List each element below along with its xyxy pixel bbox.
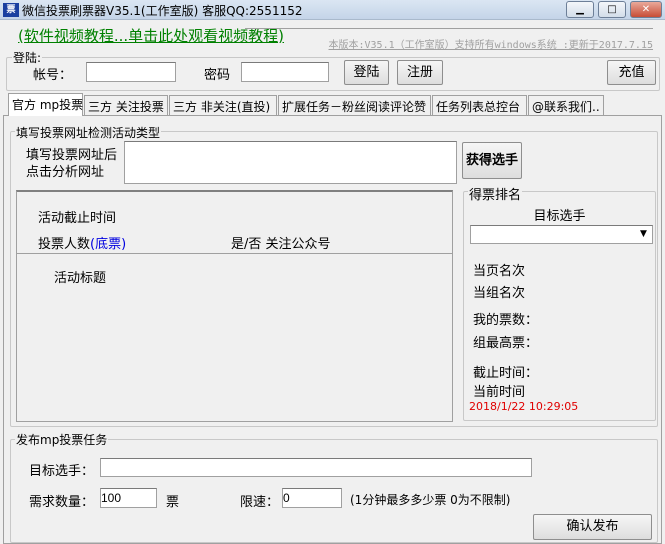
voters-text: 投票人数 <box>38 237 91 252</box>
recharge-button[interactable]: 充值 <box>607 60 656 85</box>
close-icon[interactable]: ✕ <box>630 1 662 18</box>
voters-label: 投票人数(底票) <box>38 233 126 252</box>
deadline-label: 活动截止时间 <box>38 211 117 226</box>
password-input[interactable] <box>241 62 329 82</box>
tab-extended-tasks[interactable]: 扩展任务－粉丝阅读评论赞 <box>278 95 431 115</box>
url-label: 填写投票网址后 点击分析网址 <box>26 147 117 181</box>
target-player-select[interactable]: ▼ <box>470 225 653 244</box>
target-player-label: 目标选手 <box>533 209 586 224</box>
login-button[interactable]: 登陆 <box>344 60 389 85</box>
activity-title-label: 活动标题 <box>54 271 107 286</box>
my-votes-label: 我的票数： <box>473 313 539 328</box>
publish-target-input[interactable] <box>100 458 532 477</box>
tab-contact-us[interactable]: @联系我们.. <box>528 95 604 115</box>
tab-third-nonfollow[interactable]: 三方 非关注(直投) <box>169 95 277 115</box>
minimize-icon[interactable]: ▁ <box>566 1 594 18</box>
tab-third-follow[interactable]: 三方 关注投票 <box>84 95 168 115</box>
account-label: 帐号： <box>33 68 73 83</box>
publish-legend: 发布mp投票任务 <box>15 431 109 448</box>
ranking-legend: 得票排名 <box>468 184 523 203</box>
get-players-button[interactable]: 获得选手 <box>462 142 522 179</box>
speed-note: (1分钟最多多少票 0为不限制) <box>350 493 511 507</box>
group-max-label: 组最高票： <box>473 336 539 351</box>
tab-task-list[interactable]: 任务列表总控台 <box>432 95 527 115</box>
quantity-unit: 票 <box>166 495 180 510</box>
confirm-publish-button[interactable]: 确认发布 <box>533 514 652 540</box>
version-note: 本版本:V35.1（工作室版）支持所有windows系统 :更新于2017.7.… <box>328 40 654 51</box>
base-votes-link[interactable]: (底票) <box>90 237 126 252</box>
deadline-time-label: 截止时间： <box>473 366 539 381</box>
quantity-input[interactable] <box>100 488 157 508</box>
url-label-line2: 点击分析网址 <box>26 165 105 180</box>
app-icon: 票 <box>3 3 19 17</box>
divider <box>17 253 453 254</box>
current-timestamp: 2018/1/22 10:29:05 <box>469 400 579 413</box>
current-time-label: 当前时间 <box>473 385 526 400</box>
page-rank-label: 当页名次 <box>473 264 526 279</box>
detect-legend: 填写投票网址检测活动类型 <box>15 124 162 141</box>
group-rank-label: 当组名次 <box>473 286 526 301</box>
url-label-line1: 填写投票网址后 <box>26 148 118 163</box>
speed-label: 限速： <box>240 495 280 510</box>
register-button[interactable]: 注册 <box>397 60 443 85</box>
maximize-icon[interactable]: □ <box>598 1 626 18</box>
window-title: 微信投票刷票器V35.1(工作室版) 客服QQ:2551152 <box>22 4 303 18</box>
publish-target-label: 目标选手： <box>29 464 95 479</box>
chevron-down-icon[interactable]: ▼ <box>636 227 651 242</box>
follow-label: 是/否 关注公众号 <box>231 237 331 252</box>
vote-url-input[interactable] <box>124 141 457 184</box>
password-label: 密码 <box>204 68 231 83</box>
quantity-label: 需求数量： <box>29 495 95 510</box>
account-input[interactable] <box>86 62 176 82</box>
tab-official-mp[interactable]: 官方 mp投票 <box>8 93 83 116</box>
divider <box>245 28 653 29</box>
speed-input[interactable] <box>282 488 342 508</box>
